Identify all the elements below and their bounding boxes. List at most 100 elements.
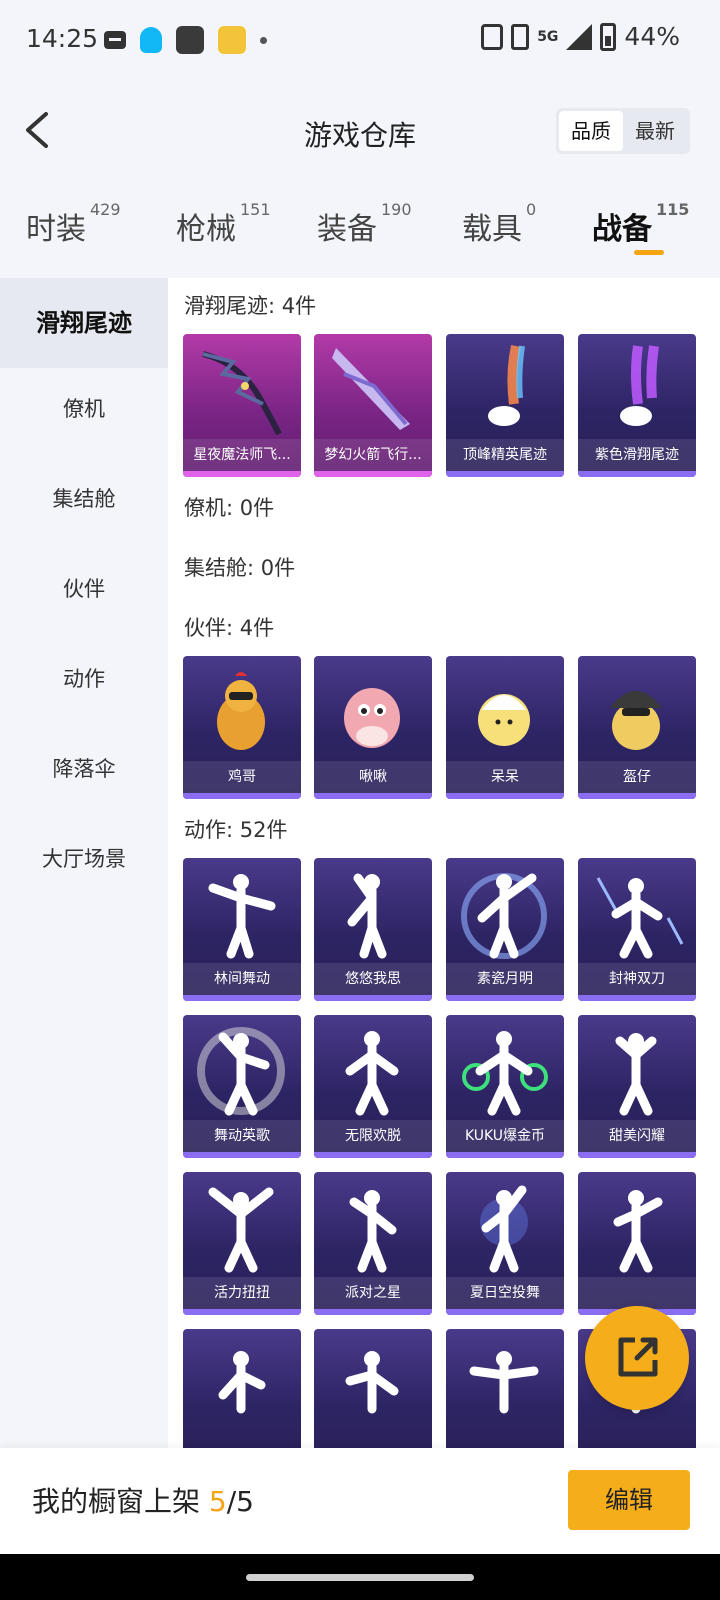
item-card[interactable]: 活力扭扭 [183, 1172, 301, 1315]
sidebar-item-emote[interactable]: 动作 [0, 634, 168, 724]
dance-pose-icon [345, 1031, 399, 1116]
item-card[interactable]: 顶峰精英尾迹 [446, 334, 564, 477]
item-card[interactable]: 啾啾 [314, 656, 432, 799]
tab-vehicles[interactable]: 载具0 [462, 200, 536, 248]
status-time: 14:25 [26, 24, 99, 53]
section-title-wingman: 僚机: 0件 [184, 496, 275, 520]
rarity-stripe [314, 1152, 432, 1158]
item-card[interactable]: 无限欢脱 [314, 1015, 432, 1158]
game-app-icon-2 [218, 26, 246, 54]
item-card[interactable]: 悠悠我思 [314, 858, 432, 1001]
rarity-stripe [578, 1152, 696, 1158]
item-name: 紫色滑翔尾迹 [578, 439, 696, 471]
sidebar-item-companion[interactable]: 伙伴 [0, 544, 168, 634]
item-card[interactable]: 夏日空投舞 [446, 1172, 564, 1315]
rarity-stripe [446, 471, 564, 477]
dance-pose-icon [349, 1190, 397, 1273]
money-bag-pose-icon [462, 1031, 548, 1116]
tab-label: 枪械 [176, 212, 236, 247]
item-card[interactable]: 甜美闪耀 [578, 1015, 696, 1158]
dance-pose-icon [218, 1351, 266, 1414]
rarity-stripe [183, 471, 301, 477]
item-card[interactable]: 派对之星 [314, 1172, 432, 1315]
rarity-stripe [578, 471, 696, 477]
tab-label: 时装 [26, 212, 86, 247]
item-card[interactable]: 呆呆 [446, 656, 564, 799]
item-card[interactable] [314, 1329, 432, 1450]
rocket-glider-icon [332, 348, 410, 430]
message-icon [104, 31, 126, 49]
helmet-chick-companion-icon [610, 691, 662, 750]
category-tabs: 时装429 枪械151 装备190 载具0 战备115 [0, 190, 720, 270]
item-card[interactable]: 星夜魔法师飞... [183, 334, 301, 477]
tab-fashion[interactable]: 时装429 [26, 200, 121, 248]
item-name: 盔仔 [578, 761, 696, 793]
sidebar-item-wingman[interactable]: 僚机 [0, 364, 168, 454]
sort-quality-option[interactable]: 品质 [559, 111, 623, 151]
share-icon [618, 1337, 658, 1377]
sidebar: 滑翔尾迹 僚机 集结舱 伙伴 动作 降落伞 大厅场景 [0, 278, 168, 1450]
item-card[interactable] [183, 1329, 301, 1450]
sidebar-item-parachute[interactable]: 降落伞 [0, 724, 168, 814]
item-card[interactable] [578, 1172, 696, 1315]
notification-icons [104, 26, 267, 54]
chick-companion-icon [478, 694, 530, 746]
edit-button[interactable]: 编辑 [568, 1470, 690, 1530]
dance-pose-icon [345, 1351, 399, 1414]
tab-label: 载具 [462, 212, 522, 247]
section-title-emote: 动作: 52件 [184, 818, 288, 842]
item-name: 啾啾 [314, 761, 432, 793]
sidebar-item-glide-trail[interactable]: 滑翔尾迹 [0, 278, 168, 368]
tab-equipment[interactable]: 装备190 [317, 200, 412, 248]
header: 游戏仓库 品质 最新 [0, 80, 720, 180]
item-card[interactable]: KUKU爆金币 [446, 1015, 564, 1158]
section-title-glide-trail: 滑翔尾迹: 4件 [184, 294, 317, 318]
rarity-stripe [183, 995, 301, 1001]
showcase-bar: 我的橱窗上架 5/5 编辑 [0, 1448, 720, 1554]
item-card[interactable]: 紫色滑翔尾迹 [578, 334, 696, 477]
sidebar-item-lobby[interactable]: 大厅场景 [0, 814, 168, 904]
section-title-companion: 伙伴: 4件 [184, 616, 275, 640]
battery-level: 44% [624, 22, 680, 51]
item-card[interactable]: 舞动英歌 [183, 1015, 301, 1158]
game-app-icon [176, 26, 204, 54]
more-notifications-icon [260, 36, 267, 44]
item-card[interactable]: 封神双刀 [578, 858, 696, 1001]
item-card[interactable]: 林间舞动 [183, 858, 301, 1001]
tab-label: 战备 [592, 212, 652, 247]
sort-newest-option[interactable]: 最新 [623, 111, 687, 151]
tab-guns[interactable]: 枪械151 [176, 200, 271, 248]
dance-pose-icon [208, 1187, 274, 1273]
rarity-stripe [183, 1309, 301, 1315]
item-card[interactable]: 素瓷月明 [446, 858, 564, 1001]
item-name: 悠悠我思 [314, 963, 432, 995]
pink-bird-companion-icon [344, 688, 400, 748]
showcase-used-count: 5 [208, 1485, 227, 1518]
home-gesture-handle[interactable] [246, 1574, 474, 1581]
item-name: 呆呆 [446, 761, 564, 793]
rarity-stripe [578, 995, 696, 1001]
rarity-stripe [183, 793, 301, 799]
item-card[interactable] [446, 1329, 564, 1450]
chicken-companion-icon [217, 672, 265, 750]
rarity-stripe [314, 471, 432, 477]
tab-count: 429 [90, 200, 121, 219]
tab-combat-gear[interactable]: 战备115 [592, 200, 689, 248]
tab-count: 115 [656, 200, 690, 219]
tab-label: 装备 [317, 212, 377, 247]
item-card[interactable]: 盔仔 [578, 656, 696, 799]
tab-count: 151 [240, 200, 271, 219]
item-name: 梦幻火箭飞行... [314, 439, 432, 471]
tab-count: 0 [526, 200, 537, 219]
item-name: 夏日空投舞 [446, 1277, 564, 1309]
share-button[interactable] [585, 1306, 689, 1410]
item-card[interactable]: 梦幻火箭飞行... [314, 334, 432, 477]
rarity-stripe [446, 1152, 564, 1158]
sim-icon [511, 23, 530, 50]
item-card[interactable]: 鸡哥 [183, 656, 301, 799]
item-name: 星夜魔法师飞... [183, 439, 301, 471]
dance-pose-icon [615, 1033, 657, 1116]
sidebar-item-pod[interactable]: 集结舱 [0, 454, 168, 544]
item-name: 封神双刀 [578, 963, 696, 995]
item-name: 派对之星 [314, 1277, 432, 1309]
